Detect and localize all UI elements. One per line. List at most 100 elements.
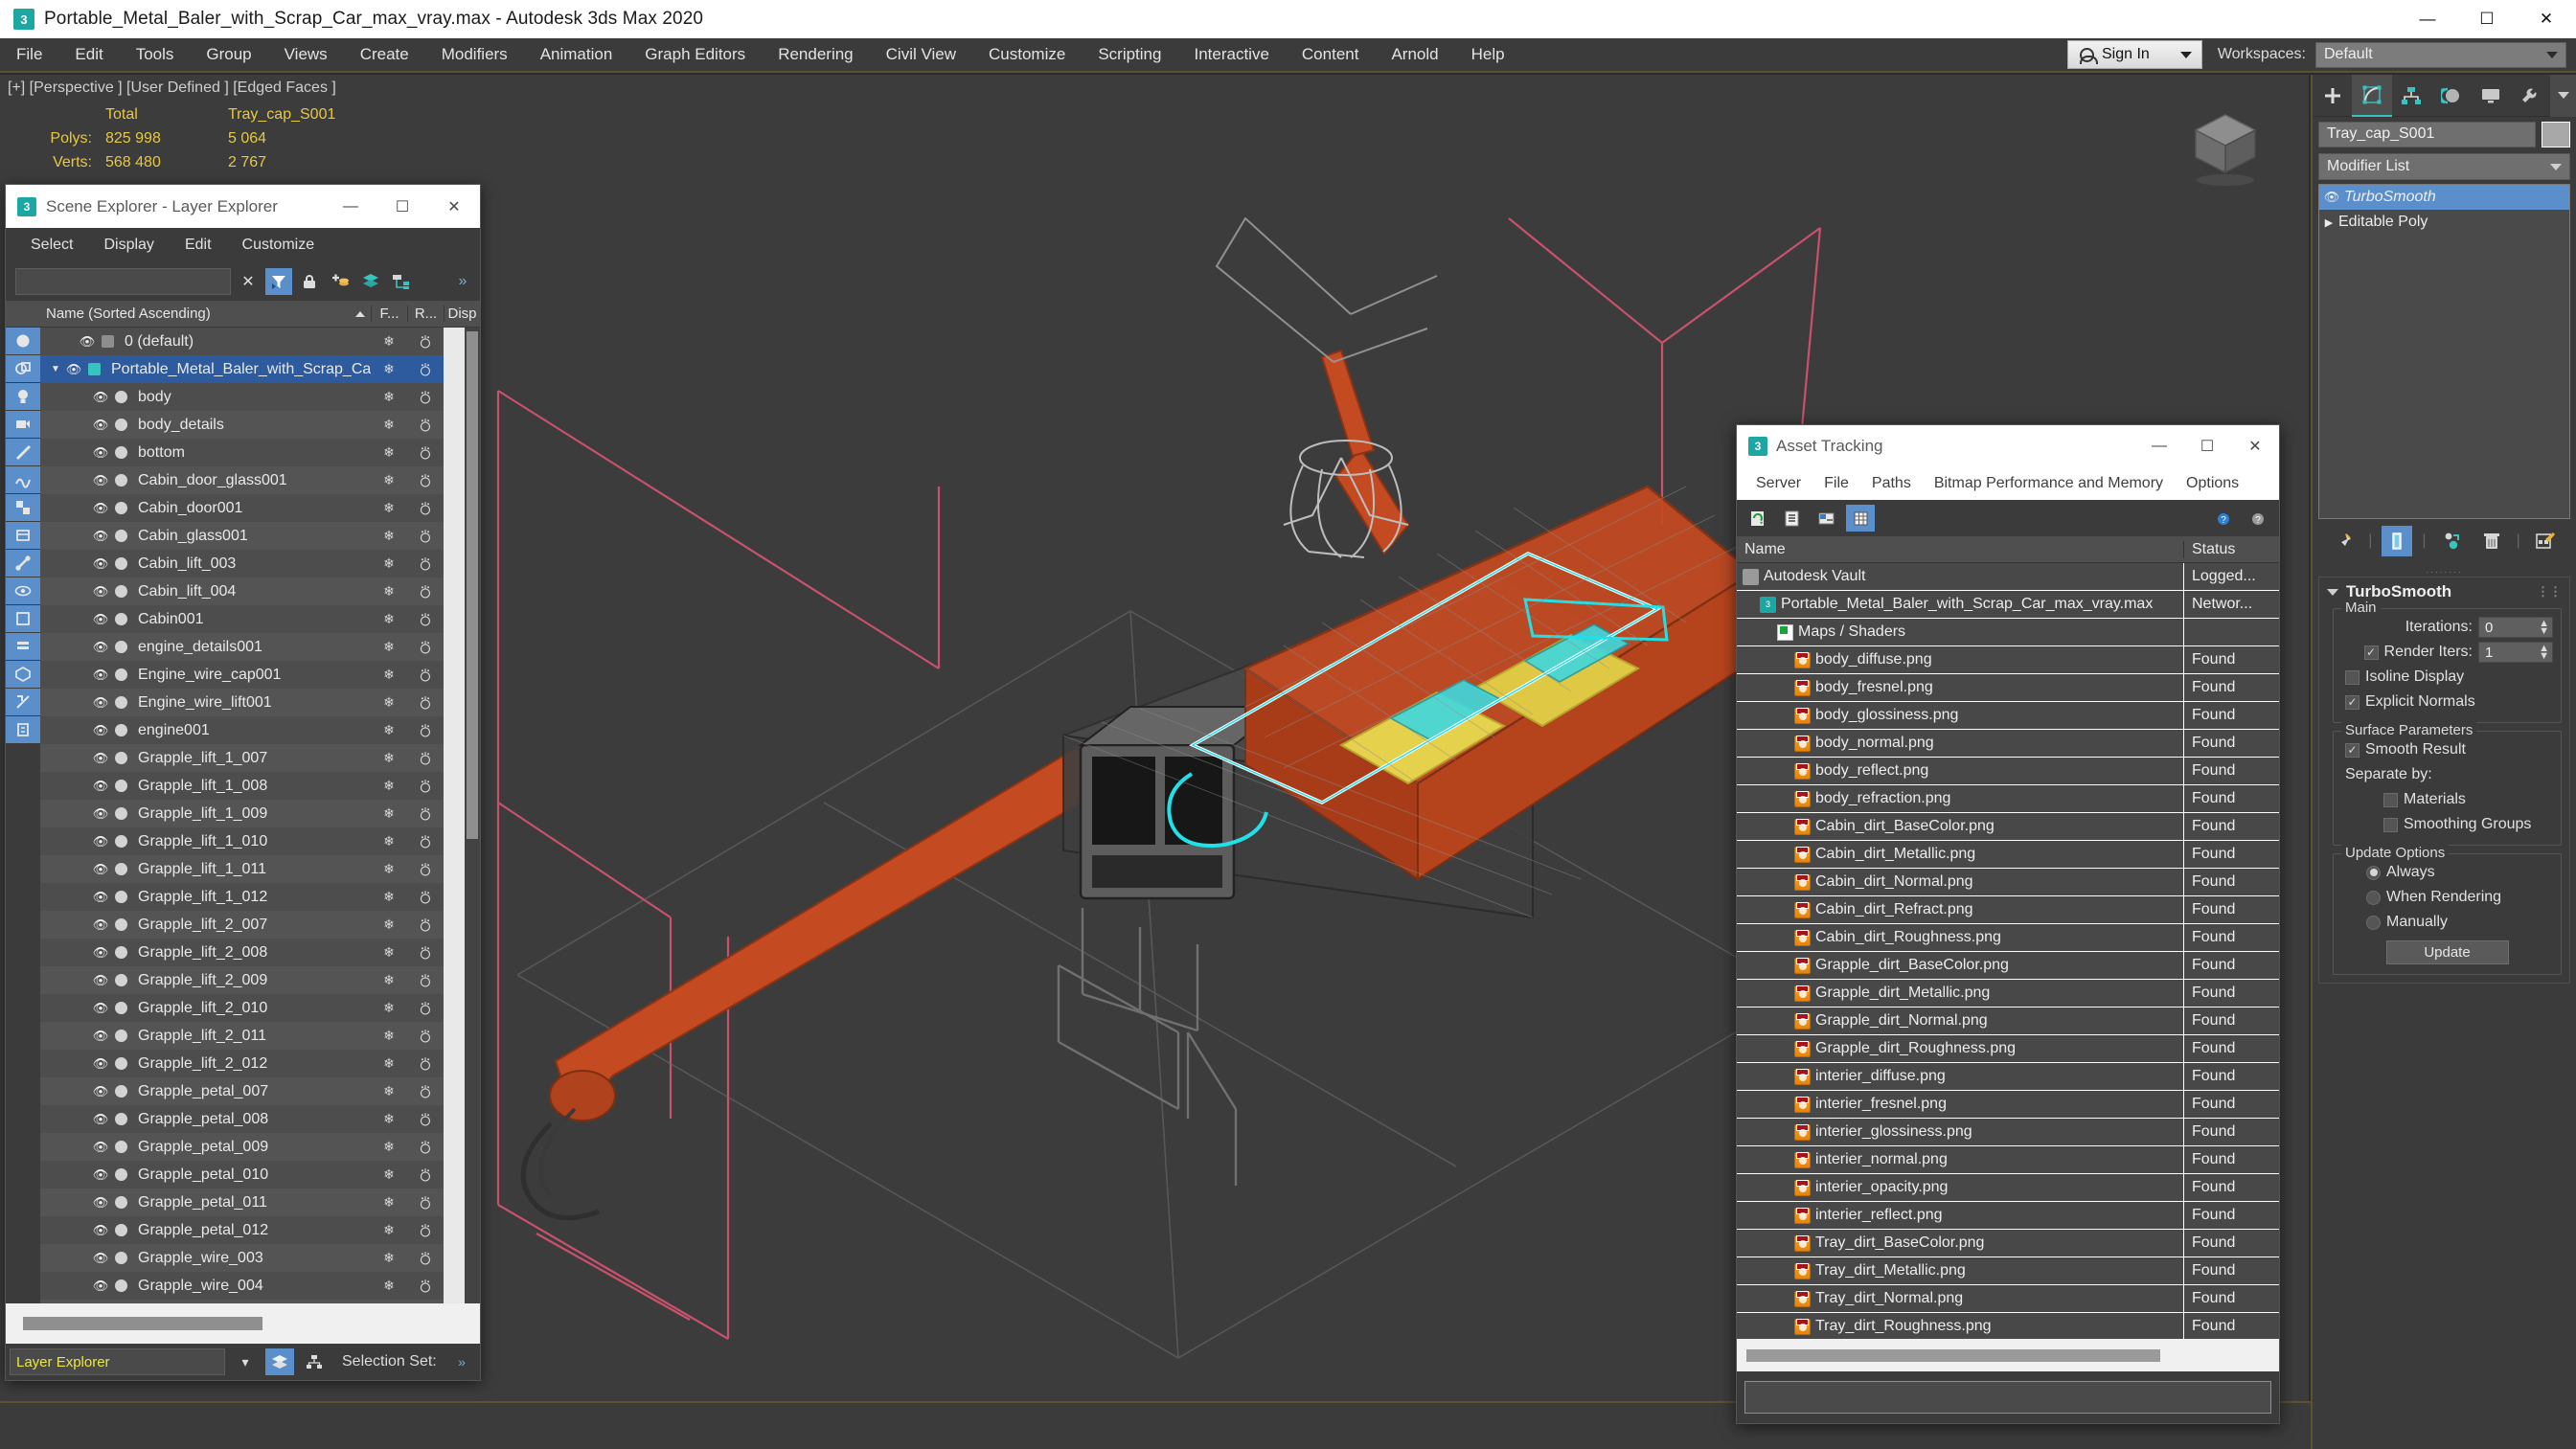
asset-tracking-row[interactable]: interier_reflect.png Found — [1737, 1201, 2279, 1230]
scene-explorer-row[interactable]: 👁 Cabin_lift_003 ❄ ⛣ — [40, 550, 480, 577]
asset-tracking-row[interactable]: interier_glossiness.png Found — [1737, 1118, 2279, 1146]
scene-explorer-row[interactable]: 👁 body ❄ ⛣ — [40, 383, 480, 411]
modifier-editable-poly[interactable]: ▶ Editable Poly — [2319, 210, 2569, 235]
show-end-result-icon[interactable] — [2382, 526, 2413, 556]
eye-icon[interactable]: 👁 — [90, 668, 111, 683]
scene-explorer-minimize-button[interactable]: — — [325, 185, 376, 228]
grid-view-icon[interactable] — [1846, 505, 1875, 532]
close-button[interactable]: ✕ — [2517, 0, 2576, 38]
asset-path-input[interactable] — [1744, 1381, 2271, 1414]
renderable-icon[interactable]: ⛣ — [407, 359, 444, 379]
scene-explorer-row[interactable]: 👁 Grapple_petal_008 ❄ ⛣ — [40, 1105, 480, 1133]
scene-explorer-row[interactable]: 👁 Grapple_lift_1_008 ❄ ⛣ — [40, 772, 480, 800]
eye-icon[interactable]: 👁 — [77, 334, 98, 350]
asset-tracking-list[interactable]: Autodesk Vault Logged... 3 Portable_Metal_B… — [1737, 563, 2279, 1339]
renderable-icon[interactable]: ⛣ — [407, 887, 444, 907]
column-frozen-header[interactable]: F... — [371, 306, 407, 322]
menu-create[interactable]: Create — [344, 37, 425, 72]
eye-icon[interactable]: 👁 — [90, 1195, 111, 1211]
column-display-header[interactable]: Disp — [444, 306, 480, 322]
freeze-icon[interactable]: ❄ — [371, 361, 407, 377]
freeze-icon[interactable]: ❄ — [371, 639, 407, 655]
asset-tracking-maximize-button[interactable]: ☐ — [2183, 425, 2231, 467]
renderable-icon[interactable]: ⛣ — [407, 748, 444, 768]
renderable-icon[interactable]: ⛣ — [407, 1220, 444, 1240]
menu-interactive[interactable]: Interactive — [1177, 37, 1285, 72]
clear-filter-icon[interactable]: ✕ — [235, 268, 262, 295]
eye-icon[interactable]: 👁 — [90, 1112, 111, 1127]
column-name-header[interactable]: Name (Sorted Ascending) — [6, 306, 371, 322]
eye-icon[interactable]: 👁 — [90, 640, 111, 655]
renderable-icon[interactable]: ⛣ — [407, 1192, 444, 1212]
select-layer-icon[interactable] — [357, 268, 384, 295]
freeze-icon[interactable]: ❄ — [371, 472, 407, 488]
freeze-icon[interactable]: ❄ — [371, 667, 407, 683]
modifier-list-dropdown[interactable]: Modifier List — [2318, 153, 2570, 180]
scene-explorer-row[interactable]: 👁 Grapple_lift_2_009 ❄ ⛣ — [40, 966, 480, 994]
iterations-spinner[interactable]: 0 ▲ ▼ — [2478, 617, 2553, 638]
freeze-icon[interactable]: ❄ — [371, 1055, 407, 1072]
remove-modifier-icon[interactable] — [2476, 526, 2507, 556]
freeze-icon[interactable]: ❄ — [371, 555, 407, 572]
freeze-icon[interactable]: ❄ — [371, 917, 407, 933]
freeze-icon[interactable]: ❄ — [371, 583, 407, 600]
freeze-icon[interactable]: ❄ — [371, 611, 407, 627]
eye-icon[interactable]: 👁 — [90, 584, 111, 600]
renderable-icon[interactable]: ⛣ — [407, 554, 444, 574]
scene-explorer-vertical-scrollbar[interactable] — [465, 328, 480, 1303]
refresh-icon[interactable] — [1743, 505, 1771, 532]
create-tab[interactable] — [2313, 75, 2352, 117]
freeze-icon[interactable]: ❄ — [371, 1111, 407, 1127]
scene-explorer-row[interactable]: 👁 Grapple_petal_012 ❄ ⛣ — [40, 1216, 480, 1244]
filter-hidden-icon[interactable] — [6, 577, 40, 605]
eye-icon[interactable]: 👁 — [90, 973, 111, 988]
render-iters-spinner[interactable]: 1 ▲ ▼ — [2478, 642, 2553, 663]
renderable-icon[interactable]: ⛣ — [407, 1137, 444, 1157]
menu-customize[interactable]: Customize — [972, 37, 1082, 72]
scene-explorer-row[interactable]: 👁 Engine_wire_cap001 ❄ ⛣ — [40, 661, 480, 689]
scene-explorer-row[interactable]: 👁 Grapple_petal_011 ❄ ⛣ — [40, 1189, 480, 1216]
renderable-icon[interactable]: ⛣ — [407, 1081, 444, 1101]
menu-modifiers[interactable]: Modifiers — [425, 37, 524, 72]
materials-checkbox[interactable] — [2383, 792, 2398, 807]
eye-icon[interactable]: 👁 — [90, 1279, 111, 1294]
freeze-icon[interactable]: ❄ — [371, 944, 407, 961]
overflow-icon[interactable]: » — [449, 268, 476, 295]
spinner-arrows-icon[interactable]: ▲ ▼ — [2539, 619, 2549, 637]
asset-tracking-row[interactable]: body_glossiness.png Found — [1737, 701, 2279, 730]
menu-group[interactable]: Group — [190, 37, 267, 72]
scene-explorer-row[interactable]: 👁 Cabin001 ❄ ⛣ — [40, 605, 480, 633]
freeze-icon[interactable]: ❄ — [371, 1028, 407, 1044]
asset-tracking-row[interactable]: Tray_dirt_Normal.png Found — [1737, 1284, 2279, 1313]
asset-tracking-row[interactable]: Grapple_dirt_Normal.png Found — [1737, 1007, 2279, 1035]
scene-explorer-row[interactable]: 👁 bottom ❄ ⛣ — [40, 439, 480, 466]
renderable-icon[interactable]: ⛣ — [407, 387, 444, 407]
menu-graph-editors[interactable]: Graph Editors — [628, 37, 762, 72]
eye-icon[interactable]: 👁 — [90, 1029, 111, 1044]
menu-civil-view[interactable]: Civil View — [870, 37, 972, 72]
renderable-icon[interactable]: ⛣ — [407, 998, 444, 1018]
scrollbar-thumb[interactable] — [467, 331, 478, 839]
freeze-icon[interactable]: ❄ — [371, 500, 407, 516]
layer-tree-icon[interactable] — [388, 268, 415, 295]
scene-explorer-row[interactable]: 👁 Cabin_door_glass001 ❄ ⛣ — [40, 466, 480, 494]
freeze-icon[interactable]: ❄ — [371, 694, 407, 711]
renderable-icon[interactable]: ⛣ — [407, 415, 444, 435]
freeze-icon[interactable]: ❄ — [371, 805, 407, 822]
scene-explorer-row[interactable]: 👁 Grapple_petal_009 ❄ ⛣ — [40, 1133, 480, 1161]
eye-icon[interactable]: 👁 — [90, 501, 111, 516]
motion-tab[interactable] — [2431, 75, 2471, 117]
at-menu-options[interactable]: Options — [2175, 475, 2250, 492]
workspaces-select[interactable]: Default — [2315, 41, 2566, 68]
scene-explorer-row[interactable]: 👁 Grapple_lift_1_009 ❄ ⛣ — [40, 800, 480, 827]
renderable-icon[interactable]: ⛣ — [407, 859, 444, 879]
modifier-turbosmooth[interactable]: 👁 TurboSmooth — [2319, 185, 2569, 210]
renderable-icon[interactable]: ⛣ — [407, 1165, 444, 1185]
se-menu-display[interactable]: Display — [88, 237, 169, 254]
freeze-icon[interactable]: ❄ — [371, 1278, 407, 1294]
object-name-field[interactable]: Tray_cap_S001 — [2318, 121, 2536, 147]
menu-animation[interactable]: Animation — [524, 37, 629, 72]
renderable-icon[interactable]: ⛣ — [407, 720, 444, 740]
scrollbar-thumb[interactable] — [23, 1317, 262, 1330]
menu-scripting[interactable]: Scripting — [1082, 37, 1177, 72]
